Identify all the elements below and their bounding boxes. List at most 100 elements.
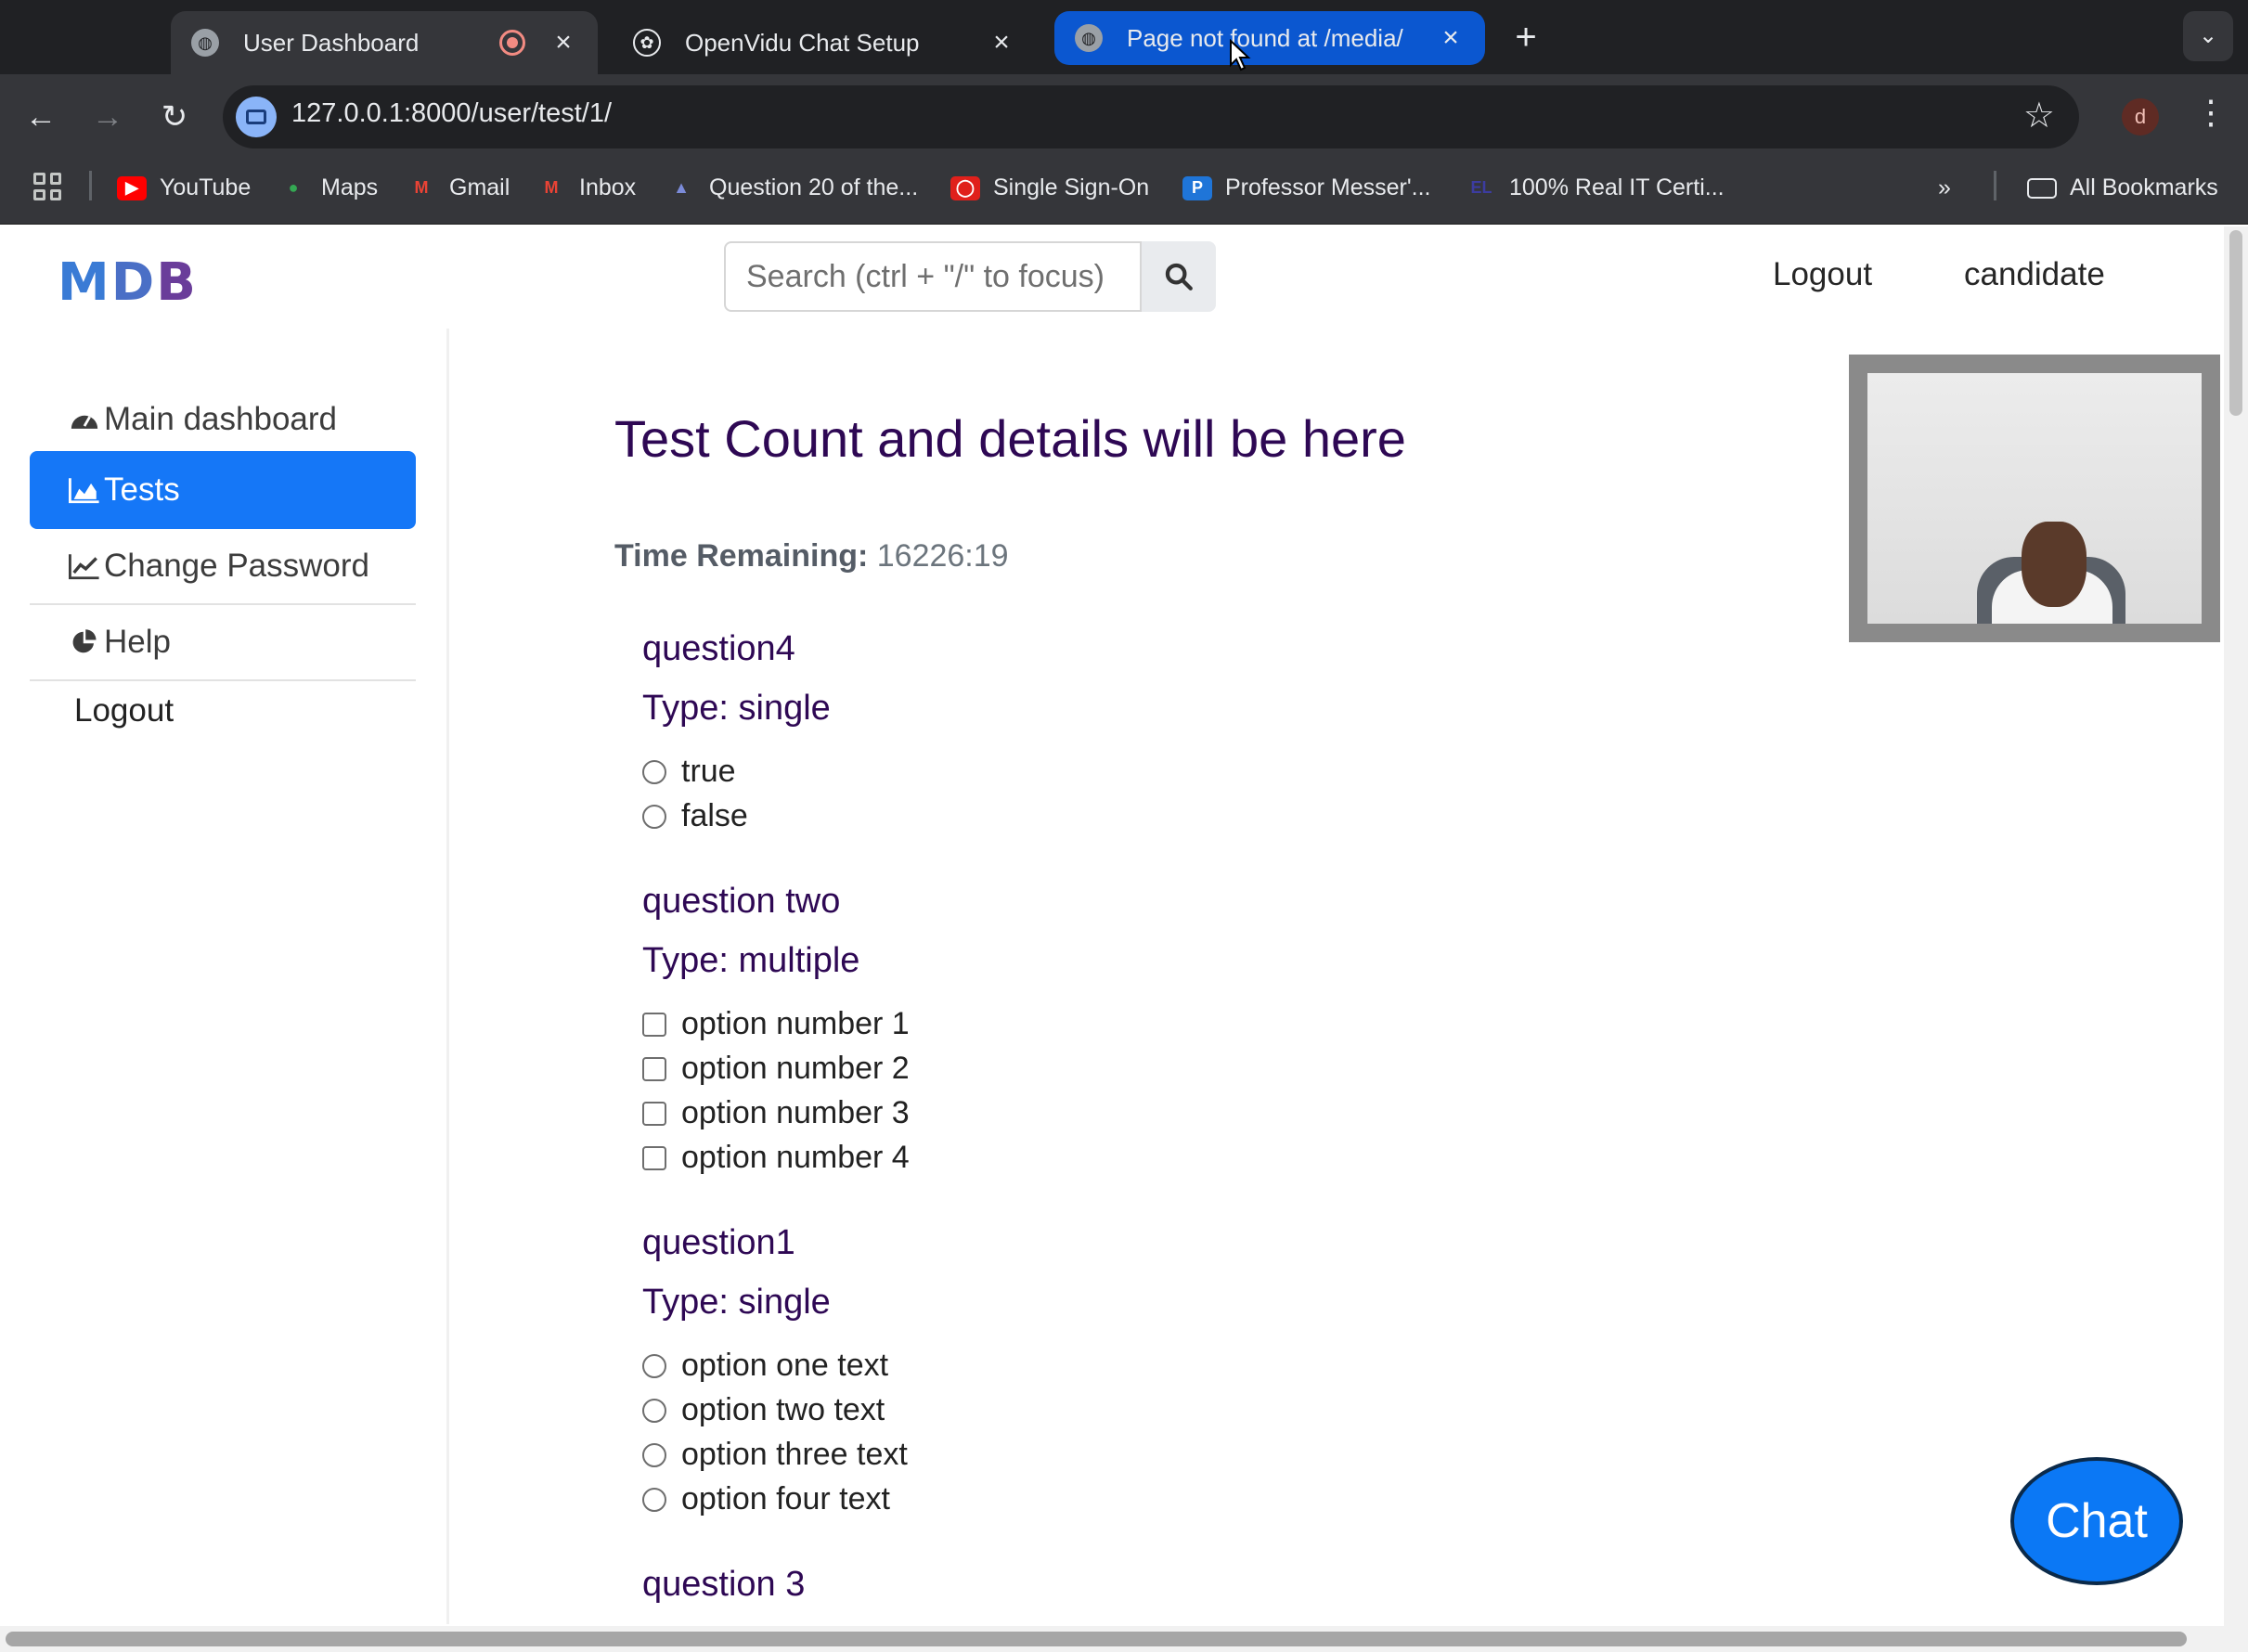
radio-button[interactable] [642, 759, 666, 784]
option-label: option three text [681, 1437, 908, 1472]
profile-avatar[interactable]: d [2122, 98, 2159, 136]
question-title: question4 [642, 629, 795, 668]
sidebar: Main dashboard Tests Change Password Hel… [0, 329, 449, 1624]
timer-value: 16226:19 [876, 538, 1009, 574]
bookmark-single-sign-on[interactable]: ◯ Single Sign-On [950, 174, 1149, 201]
logo-letter: B [156, 252, 198, 313]
answer-option[interactable]: option one text [642, 1348, 888, 1384]
new-tab-button[interactable]: + [1504, 17, 1548, 61]
search-icon [1165, 263, 1193, 290]
sidebar-item-change-password[interactable]: Change Password [30, 527, 416, 605]
sidebar-item-label: Help [104, 624, 171, 660]
answer-option[interactable]: option two text [642, 1392, 885, 1428]
answer-option[interactable]: option number 4 [642, 1140, 910, 1176]
sidebar-item-label: Tests [104, 471, 180, 508]
back-button[interactable]: ← [17, 93, 65, 141]
checkbox[interactable] [642, 1101, 666, 1126]
scrollbar-thumb[interactable] [2229, 230, 2242, 416]
answer-option[interactable]: option number 3 [642, 1095, 910, 1131]
forward-button[interactable]: → [84, 93, 132, 141]
header-candidate-link[interactable]: candidate [1964, 256, 2105, 293]
close-tab-icon[interactable]: × [549, 27, 577, 58]
more-menu-icon[interactable]: ⋮ [2194, 93, 2228, 132]
bookmark-real-it-certi[interactable]: EL 100% Real IT Certi... [1466, 174, 1724, 201]
sidebar-item-main-dashboard[interactable]: Main dashboard [30, 381, 416, 458]
bookmark-inbox[interactable]: M Inbox [536, 174, 637, 201]
close-tab-icon[interactable]: × [1437, 22, 1465, 54]
sidebar-item-label: Logout [74, 692, 174, 729]
recording-icon [499, 30, 525, 56]
sidebar-item-tests[interactable]: Tests [30, 451, 416, 529]
camera-indicator-icon[interactable] [236, 97, 277, 137]
radio-button[interactable] [642, 804, 666, 829]
bookmark-gmail[interactable]: M Gmail [407, 174, 510, 201]
webcam-feed [1867, 373, 2202, 624]
time-remaining: Time Remaining: 16226:19 [614, 538, 1009, 574]
bookmark-maps[interactable]: ● Maps [278, 174, 379, 201]
apps-grid-icon[interactable] [33, 173, 61, 200]
answer-option[interactable]: false [642, 798, 748, 834]
more-bookmarks-icon[interactable]: » [1938, 174, 1951, 201]
tab-user-dashboard[interactable]: ◍ User Dashboard × [171, 11, 598, 74]
bookmark-question-20[interactable]: ▲ Question 20 of the... [666, 174, 918, 201]
answer-option[interactable]: option number 2 [642, 1051, 910, 1087]
tab-page-not-found[interactable]: ◍ Page not found at /media/ × [1054, 11, 1485, 65]
site-icon: ▲ [673, 178, 690, 197]
bookmark-label: Inbox [579, 174, 637, 200]
close-tab-icon[interactable]: × [988, 27, 1015, 58]
sidebar-item-logout[interactable]: Logout [30, 672, 416, 750]
bookmark-label: Maps [321, 174, 379, 200]
answer-option[interactable]: true [642, 754, 736, 790]
bookmark-label: Professor Messer'... [1225, 174, 1431, 200]
chat-button[interactable]: Chat [2010, 1457, 2183, 1585]
bookmark-professor-messer[interactable]: P Professor Messer'... [1182, 174, 1431, 201]
tab-title: Page not found at /media/ [1127, 23, 1403, 52]
option-label: false [681, 798, 748, 833]
search-input[interactable] [724, 241, 1142, 312]
bookmark-star-icon[interactable]: ☆ [2023, 95, 2055, 136]
question-type: Type: single [642, 1283, 831, 1322]
search-button[interactable] [1142, 241, 1216, 312]
radio-button[interactable] [642, 1442, 666, 1467]
maps-pin-icon: ● [288, 178, 299, 197]
reload-button[interactable]: ↻ [150, 93, 199, 141]
bookmark-label: Gmail [449, 174, 510, 200]
header-logout-link[interactable]: Logout [1773, 256, 1872, 293]
all-bookmarks-button[interactable]: All Bookmarks [2027, 174, 2218, 201]
scrollbar-thumb[interactable] [6, 1632, 2187, 1646]
horizontal-scrollbar[interactable] [0, 1626, 2248, 1652]
answer-option[interactable]: option three text [642, 1437, 908, 1473]
checkbox[interactable] [642, 1145, 666, 1170]
vertical-scrollbar[interactable] [2224, 226, 2248, 1626]
logo-letter: D [110, 252, 157, 313]
bookmark-label: YouTube [160, 174, 252, 200]
pie-chart-icon [69, 628, 100, 656]
radio-button[interactable] [642, 1398, 666, 1423]
tab-title: User Dashboard [243, 28, 420, 57]
checkbox[interactable] [642, 1056, 666, 1081]
bookmark-youtube[interactable]: ▶ YouTube [117, 174, 251, 201]
tab-openvidu-chat-setup[interactable]: ✿ OpenVidu Chat Setup × [613, 11, 1036, 74]
address-bar[interactable]: 127.0.0.1:8000/user/test/1/ ☆ [223, 85, 2079, 148]
tab-search-button[interactable]: ⌄ [2183, 11, 2233, 61]
globe-icon: ◍ [191, 29, 219, 57]
checkbox[interactable] [642, 1012, 666, 1037]
option-label: option two text [681, 1392, 885, 1427]
option-label: option number 2 [681, 1051, 910, 1086]
answer-option[interactable]: option four text [642, 1481, 890, 1517]
line-chart-icon [69, 552, 100, 580]
area-chart-icon [69, 476, 100, 504]
tab-strip: ◍ User Dashboard × ✿ OpenVidu Chat Setup… [0, 0, 2248, 74]
timer-label: Time Remaining: [614, 538, 869, 574]
radio-button[interactable] [642, 1353, 666, 1378]
answer-option[interactable]: option number 1 [642, 1006, 910, 1042]
mdb-logo[interactable]: MDB [58, 252, 198, 313]
mouse-cursor-icon [1230, 39, 1251, 71]
sidebar-item-help[interactable]: Help [30, 603, 416, 681]
question-title: question 3 [642, 1565, 806, 1604]
webcam-preview [1849, 355, 2220, 642]
bookmark-label: Single Sign-On [993, 174, 1150, 200]
page-title: Test Count and details will be here [614, 409, 1406, 468]
radio-button[interactable] [642, 1487, 666, 1512]
youtube-icon: ▶ [117, 175, 147, 200]
